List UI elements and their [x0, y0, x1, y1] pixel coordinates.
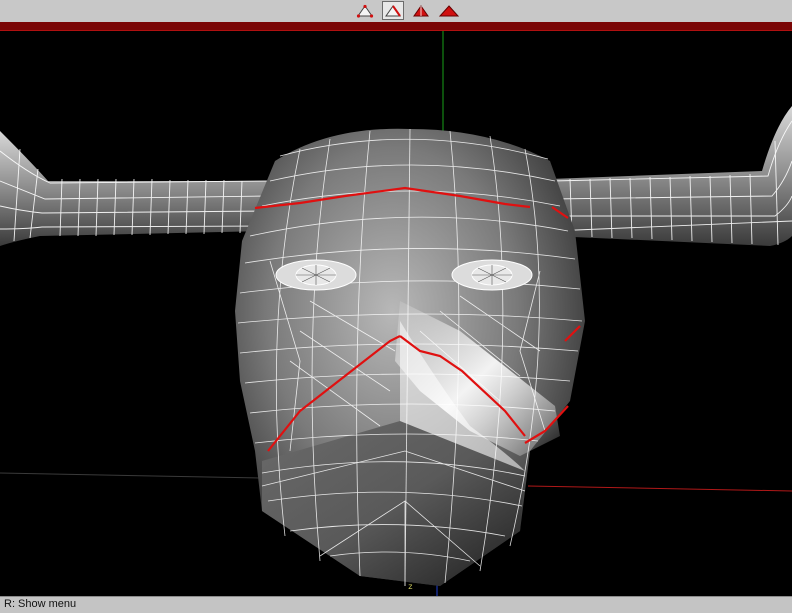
y-axis-label: Y: [440, 31, 445, 34]
left-horn: [0, 131, 270, 246]
right-eye: [451, 259, 533, 291]
mesh-render: [0, 31, 792, 596]
status-bar: R: Show menu: [0, 596, 792, 613]
selection-mode-group: [354, 1, 460, 20]
object-select-icon: [438, 4, 460, 16]
3d-viewport[interactable]: Y z: [0, 31, 792, 596]
face-select-icon: [413, 4, 429, 16]
vertex-select-icon: [356, 4, 374, 18]
z-axis-label: z: [408, 583, 413, 592]
window-header-strip: [0, 22, 792, 31]
x-axis-line-positive: [527, 485, 792, 492]
face-select-button[interactable]: [410, 1, 432, 20]
right-horn: [550, 106, 792, 246]
vertex-select-button[interactable]: [354, 1, 376, 20]
status-text: R: Show menu: [4, 598, 77, 610]
left-eye: [275, 259, 357, 291]
bull-head-mesh: [235, 128, 585, 587]
object-select-button[interactable]: [438, 1, 460, 20]
edge-select-icon: [385, 4, 401, 17]
modeling-app-window: Y z R: Show menu: [0, 0, 792, 613]
x-axis-line: [0, 472, 261, 479]
selection-mode-toolbar: [0, 0, 792, 23]
edge-select-button[interactable]: [382, 1, 404, 20]
